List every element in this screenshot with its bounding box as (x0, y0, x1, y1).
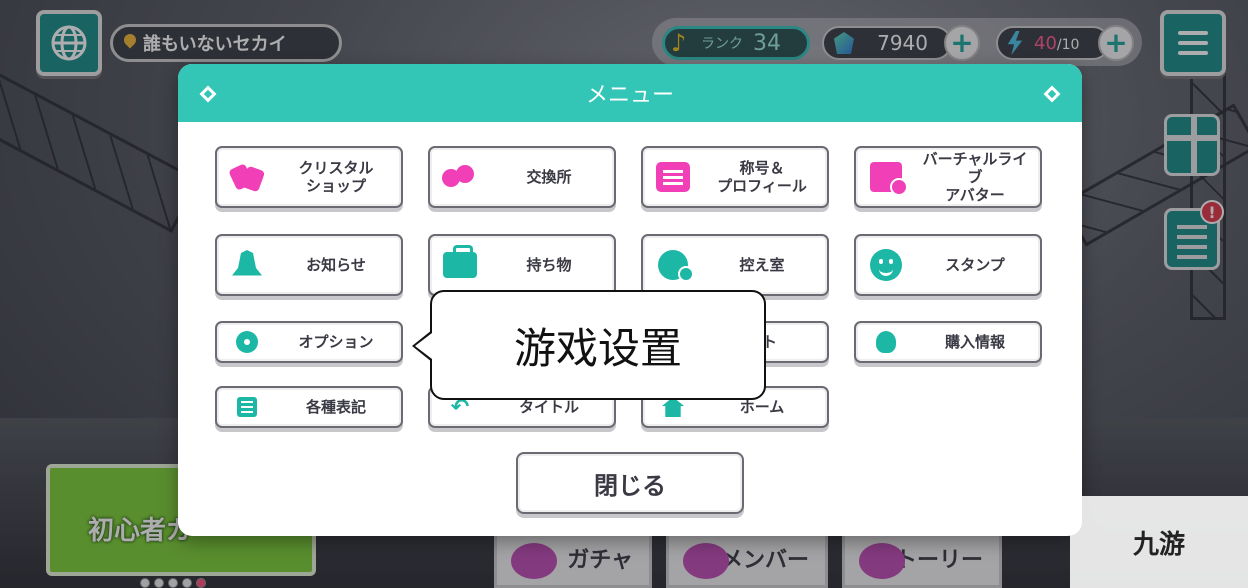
home-icon (662, 397, 684, 417)
menu-waiting-room[interactable]: 控え室 (641, 234, 829, 296)
menu-items[interactable]: 持ち物 (428, 234, 616, 296)
menu-purchase-info[interactable]: 購入情報 (854, 321, 1042, 363)
gear-icon (236, 331, 258, 353)
watermark-text: 九游 (1132, 529, 1185, 560)
menu-virtual-live-avatar[interactable]: バーチャルライブ アバター (854, 146, 1042, 208)
callout-pointer-fill (415, 333, 432, 359)
menu-crystal-shop[interactable]: クリスタル ショップ (215, 146, 403, 208)
settings-callout: 游戏设置 (430, 290, 766, 400)
menu-header: メニュー (178, 64, 1082, 122)
coins-icon (442, 163, 478, 191)
menu-options[interactable]: オプション (215, 321, 403, 363)
menu-item-label: 持ち物 (526, 256, 572, 274)
menu-item-label: スタンプ (945, 256, 1005, 274)
crystal-icon (230, 162, 264, 192)
callout-text: 游戏设置 (513, 323, 682, 373)
menu-stamps[interactable]: スタンプ (854, 234, 1042, 296)
watermark-logo: 九游 (1070, 496, 1248, 588)
menu-title: メニュー (585, 83, 674, 108)
menu-item-label: 交換所 (526, 168, 572, 186)
menu-exchange[interactable]: 交換所 (428, 146, 616, 208)
bag-icon (443, 245, 477, 278)
bulb-icon (876, 331, 896, 353)
smile-icon (870, 249, 902, 281)
menu-item-label: タイトル (518, 398, 579, 416)
diamond-ornament-icon (1043, 85, 1061, 103)
menu-news[interactable]: お知らせ (215, 234, 403, 296)
list-icon (237, 397, 257, 417)
diamond-ornament-icon (199, 85, 217, 103)
menu-item-label: ホーム (739, 398, 785, 416)
menu-profile[interactable]: 称号＆ プロフィール (641, 146, 829, 208)
close-button[interactable]: 閉じる (516, 452, 744, 514)
menu-item-label: お知らせ (306, 256, 366, 274)
menu-item-label: オプション (298, 333, 374, 351)
menu-item-label: バーチャルライブ アバター (922, 150, 1028, 204)
menu-item-label: 控え室 (739, 256, 785, 274)
menu-item-label: 各種表記 (305, 398, 366, 416)
menu-item-label: 称号＆ プロフィール (717, 159, 807, 195)
avatar-icon (870, 162, 908, 196)
menu-legal-notices[interactable]: 各種表記 (215, 386, 403, 428)
profile-card-icon (656, 162, 690, 192)
bell-icon (232, 250, 262, 276)
menu-item-label: 購入情報 (944, 333, 1005, 351)
waiting-room-icon (658, 250, 694, 282)
menu-item-label: クリスタル ショップ (298, 159, 374, 195)
